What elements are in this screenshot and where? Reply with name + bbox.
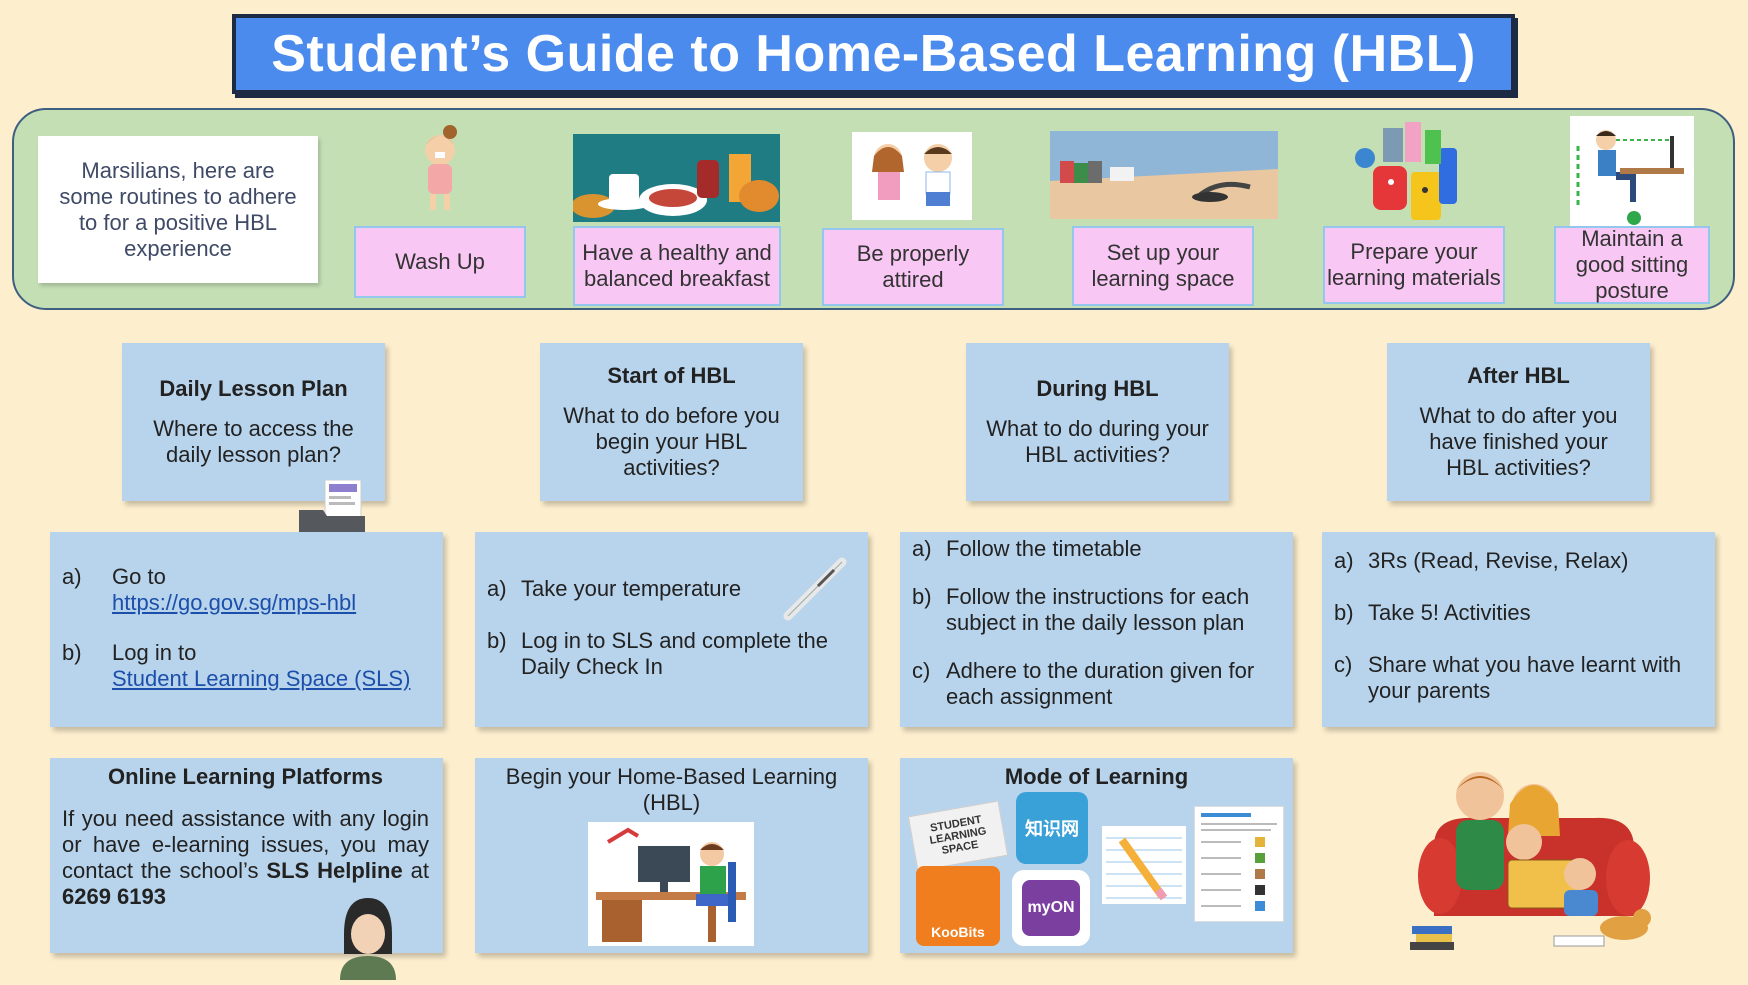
list-item: c) Share what you have learnt with your …: [1334, 652, 1701, 704]
hbl-link[interactable]: https://go.gov.sg/mps-hbl: [112, 590, 356, 615]
after-hbl-card: a) 3Rs (Read, Revise, Relax) b) Take 5! …: [1322, 532, 1715, 727]
list-label: b): [912, 584, 932, 609]
during-hbl-heading: During HBL: [1036, 376, 1159, 401]
during-hbl-card: a) Follow the timetable b) Follow the in…: [900, 532, 1293, 727]
student-avatar-icon: [336, 894, 400, 980]
list-text: Log in to SLS and complete the Daily Che…: [521, 628, 828, 679]
zhishi-logo: 知识网: [1016, 792, 1088, 864]
list-text: Adhere to the duration given for each as…: [946, 658, 1255, 709]
list-item: b) Take 5! Activities: [1334, 600, 1701, 626]
list-label: a): [912, 536, 932, 561]
mode-of-learning-heading: Mode of Learning: [1004, 764, 1189, 789]
daily-lesson-plan-header: Daily Lesson Plan Where to access the da…: [122, 343, 385, 501]
daily-lesson-plan-card: a) Go to https://go.gov.sg/mps-hbl b) Lo…: [50, 532, 443, 727]
stationery-icon: [1355, 108, 1479, 226]
list-text: Take your temperature: [521, 576, 742, 601]
desk-study-image: [588, 822, 754, 946]
during-hbl-header: During HBL What to do during your HBL ac…: [966, 343, 1229, 501]
family-reading-illustration: [1404, 756, 1656, 956]
list-label: a): [62, 564, 82, 589]
helpline-number: 6269 6193: [62, 884, 166, 909]
start-hbl-heading: Start of HBL: [607, 363, 736, 388]
list-item: a) Go to https://go.gov.sg/mps-hbl: [62, 564, 429, 616]
daily-lesson-plan-sub: Where to access the daily lesson plan?: [153, 416, 354, 467]
desk-image: [1050, 131, 1278, 219]
routine-posture: Maintain a good sitting posture: [1554, 226, 1710, 304]
list-label: c): [912, 658, 931, 683]
routine-attired: Be properly attired: [822, 228, 1004, 306]
worksheet-icon: [1194, 806, 1284, 922]
list-label: b): [487, 628, 507, 653]
list-text: Follow the instructions for each subject…: [946, 584, 1250, 635]
list-text: Follow the timetable: [946, 536, 1142, 561]
routine-wash-up: Wash Up: [354, 226, 526, 298]
breakfast-image: [573, 134, 780, 222]
page-title: Student’s Guide to Home-Based Learning (…: [232, 14, 1515, 94]
list-item: a) 3Rs (Read, Revise, Relax): [1334, 548, 1701, 574]
girl-washing-icon: [408, 124, 470, 212]
myon-logo-inner: myON: [1022, 880, 1080, 936]
routine-materials: Prepare your learning materials: [1323, 226, 1505, 304]
begin-hbl-text: Begin your Home-Based Learning (HBL): [505, 764, 838, 815]
list-text: Go to: [112, 564, 166, 589]
list-item: b) Log in to Student Learning Space (SLS…: [62, 640, 429, 692]
routine-breakfast: Have a healthy and balanced breakfast: [573, 226, 781, 306]
after-hbl-heading: After HBL: [1467, 363, 1570, 388]
koobits-logo: KooBits: [916, 866, 1000, 946]
start-hbl-header: Start of HBL What to do before you begin…: [540, 343, 803, 501]
daily-lesson-plan-heading: Daily Lesson Plan: [159, 376, 348, 401]
sls-link[interactable]: Student Learning Space (SLS): [112, 666, 410, 691]
routine-learning-space: Set up your learning space: [1072, 226, 1254, 306]
list-text: Share what you have learnt with your par…: [1368, 652, 1682, 703]
after-hbl-header: After HBL What to do after you have fini…: [1387, 343, 1650, 501]
list-item: a) Follow the timetable: [912, 536, 1279, 562]
posture-icon: [1570, 116, 1694, 226]
list-label: a): [487, 576, 507, 601]
routines-intro: Marsilians, here are some routines to ad…: [38, 136, 318, 283]
list-label: b): [62, 640, 82, 665]
sls-helpline-label: SLS Helpline: [266, 858, 403, 883]
online-platforms-heading: Online Learning Platforms: [107, 764, 384, 789]
list-label: a): [1334, 548, 1354, 573]
list-item: c) Adhere to the duration given for each…: [912, 658, 1279, 710]
list-item: b) Log in to SLS and complete the Daily …: [487, 628, 854, 680]
list-text: 3Rs (Read, Revise, Relax): [1368, 548, 1629, 573]
list-label: b): [1334, 600, 1354, 625]
list-item: b) Follow the instructions for each subj…: [912, 584, 1279, 636]
during-hbl-sub: What to do during your HBL activities?: [986, 416, 1209, 467]
list-text: Log in to: [112, 640, 197, 665]
after-hbl-sub: What to do after you have finished your …: [1419, 403, 1618, 480]
start-hbl-sub: What to do before you begin your HBL act…: [563, 403, 780, 480]
notebook-pencil-icon: [1102, 826, 1186, 904]
children-icon: [852, 132, 972, 220]
myon-logo: myON: [1012, 870, 1090, 946]
thermometer-icon: [782, 552, 852, 622]
list-text: Take 5! Activities: [1368, 600, 1531, 625]
list-label: c): [1334, 652, 1353, 677]
